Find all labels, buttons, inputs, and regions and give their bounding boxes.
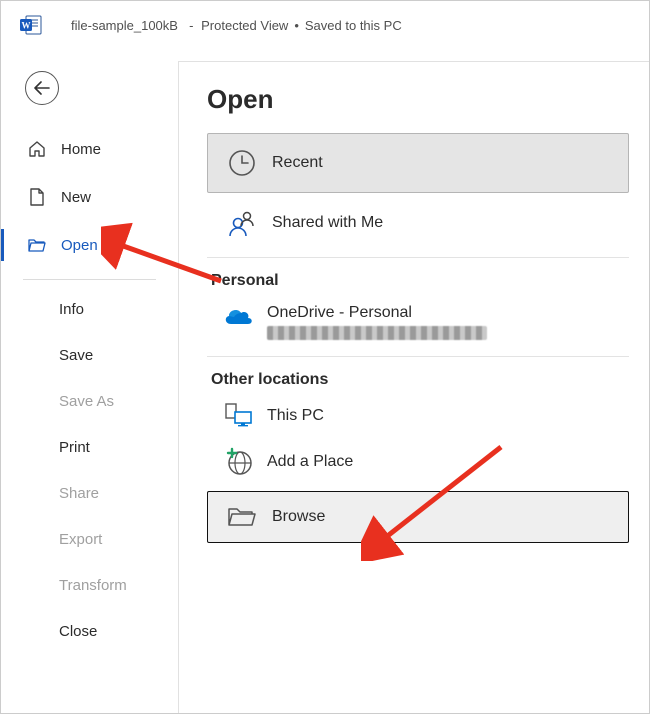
nav-save[interactable]: Save [1, 332, 178, 378]
nav-close[interactable]: Close [1, 608, 178, 654]
nav-share: Share [1, 470, 178, 516]
nav-transform: Transform [1, 562, 178, 608]
shared-people-icon [220, 208, 264, 238]
page-title: Open [207, 84, 629, 115]
nav-export: Export [1, 516, 178, 562]
section-personal-heading: Personal [211, 272, 629, 290]
back-arrow-icon [34, 81, 50, 95]
this-pc-label: This PC [267, 407, 324, 425]
new-document-icon [27, 188, 47, 206]
nav-save-as: Save As [1, 378, 178, 424]
nav-print[interactable]: Print [1, 424, 178, 470]
word-app-icon: W [19, 13, 43, 37]
browse-label: Browse [272, 508, 325, 526]
nav-new-label: New [61, 189, 91, 206]
nav-open[interactable]: Open [1, 221, 178, 269]
location-onedrive-personal[interactable]: OneDrive - Personal [207, 294, 629, 340]
nav-home[interactable]: Home [1, 125, 178, 173]
back-button[interactable] [25, 71, 59, 105]
nav-home-label: Home [61, 141, 101, 158]
title-separator: - [182, 18, 197, 33]
document-status-saved: Saved to this PC [305, 18, 402, 33]
add-place-icon [217, 447, 261, 477]
title-bar: W file-sample_100kB - Protected View • S… [1, 1, 649, 49]
location-add-place[interactable]: Add a Place [207, 439, 629, 485]
document-status-protected: Protected View [201, 18, 288, 33]
location-recent-label: Recent [272, 154, 323, 172]
open-folder-icon [27, 237, 47, 253]
this-pc-icon [217, 402, 261, 430]
onedrive-account-email [267, 326, 487, 340]
recent-clock-icon [220, 147, 264, 179]
divider [207, 257, 629, 258]
backstage-sidebar: Home New Open Info Save Save As Print Sh… [1, 49, 178, 713]
divider [207, 356, 629, 357]
svg-text:W: W [22, 21, 31, 31]
document-filename: file-sample_100kB [71, 18, 178, 33]
location-browse[interactable]: Browse [207, 491, 629, 543]
onedrive-label: OneDrive - Personal [267, 304, 487, 322]
home-icon [27, 140, 47, 158]
onedrive-icon [217, 304, 261, 328]
title-bullet: • [294, 18, 299, 33]
location-shared-with-me[interactable]: Shared with Me [207, 193, 629, 253]
section-other-heading: Other locations [211, 371, 629, 389]
nav-info[interactable]: Info [1, 286, 178, 332]
sidebar-divider [23, 279, 156, 280]
location-this-pc[interactable]: This PC [207, 393, 629, 439]
location-shared-label: Shared with Me [272, 214, 383, 232]
browse-folder-icon [220, 505, 264, 529]
add-place-label: Add a Place [267, 453, 353, 471]
nav-new[interactable]: New [1, 173, 178, 221]
nav-open-label: Open [61, 237, 98, 254]
location-recent[interactable]: Recent [207, 133, 629, 193]
open-panel: Open Recent Shared with Me Personal [178, 61, 649, 713]
